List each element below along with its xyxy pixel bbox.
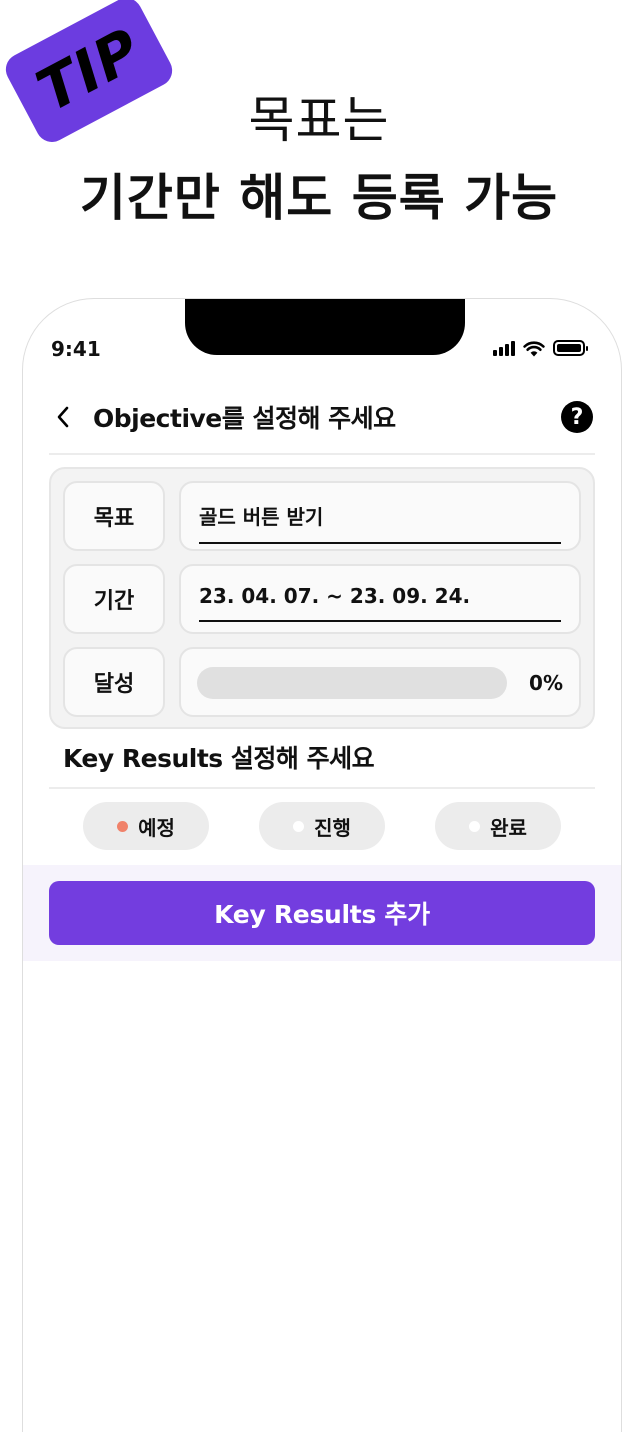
objective-card: 목표 골드 버튼 받기 기간 23. 04. 07. ~ 23. 09. 24.… xyxy=(49,467,595,729)
signal-icon xyxy=(493,340,515,356)
filter-chip-in-progress[interactable]: 진행 xyxy=(259,802,385,850)
nav-bar: Objective를 설정해 주세요 ? xyxy=(51,395,593,439)
headline-line-2: 기간만 해도 등록 가능 xyxy=(79,169,559,227)
status-dot-icon xyxy=(293,820,305,832)
achievement-percent: 0% xyxy=(529,671,563,695)
filter-chip-label: 예정 xyxy=(138,815,175,840)
period-input[interactable]: 23. 04. 07. ~ 23. 09. 24. xyxy=(199,584,561,622)
achievement-field: 0% xyxy=(179,647,581,717)
phone-frame: 9:41 Objective를 설정해 주세요 ? 목표 골드 버튼 받기 기간 xyxy=(22,298,622,1432)
goal-input[interactable]: 골드 버튼 받기 xyxy=(199,501,561,544)
key-results-divider xyxy=(49,787,595,789)
status-dot-icon xyxy=(469,820,481,832)
period-row: 기간 23. 04. 07. ~ 23. 09. 24. xyxy=(63,564,581,634)
page-title: Objective를 설정해 주세요 xyxy=(93,404,396,433)
goal-field[interactable]: 골드 버튼 받기 xyxy=(179,481,581,551)
filter-chip-label: 완료 xyxy=(490,815,527,840)
status-icons xyxy=(493,337,588,359)
goal-label: 목표 xyxy=(63,481,165,551)
question-mark-icon[interactable]: ? xyxy=(561,401,593,433)
goal-row: 목표 골드 버튼 받기 xyxy=(63,481,581,551)
filter-chip-done[interactable]: 완료 xyxy=(435,802,561,850)
action-band: Key Results 추가 xyxy=(23,865,621,961)
achievement-row: 달성 0% xyxy=(63,647,581,717)
headline-line-1: 목표는 xyxy=(248,91,390,149)
chevron-left-icon[interactable] xyxy=(51,405,75,429)
filter-chip-label: 진행 xyxy=(314,815,351,840)
filter-chip-planned[interactable]: 예정 xyxy=(83,802,209,850)
status-time: 9:41 xyxy=(51,337,101,361)
wifi-icon xyxy=(523,340,545,356)
period-field[interactable]: 23. 04. 07. ~ 23. 09. 24. xyxy=(179,564,581,634)
add-key-results-button[interactable]: Key Results 추가 xyxy=(49,881,595,945)
phone-notch xyxy=(185,299,465,355)
key-results-heading: Key Results 설정해 주세요 xyxy=(63,744,375,773)
achievement-label: 달성 xyxy=(63,647,165,717)
period-label: 기간 xyxy=(63,564,165,634)
nav-divider xyxy=(49,453,595,455)
status-dot-icon xyxy=(117,820,129,832)
battery-icon xyxy=(553,340,588,356)
status-filter-group: 예정 진행 완료 xyxy=(83,802,561,852)
achievement-progress-bar xyxy=(197,667,507,699)
